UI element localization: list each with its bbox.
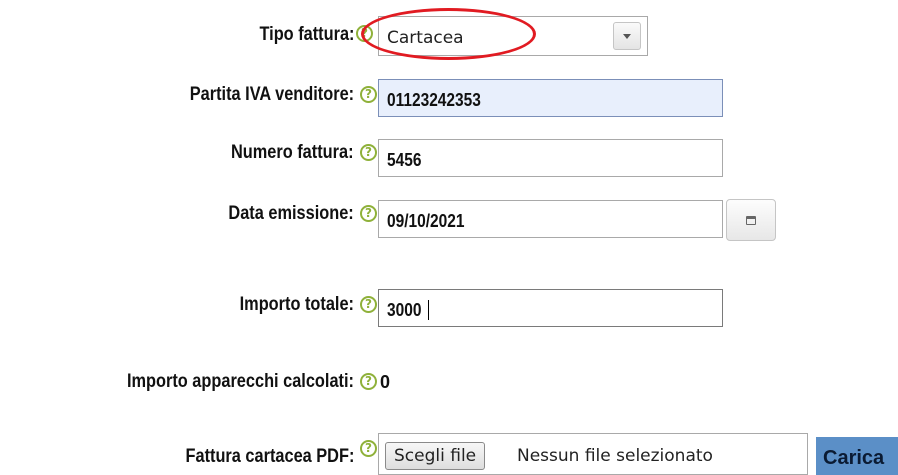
help-icon[interactable]: ? [360, 373, 377, 390]
help-icon[interactable]: ? [360, 205, 377, 222]
partita-iva-input[interactable]: 01123242353 [378, 79, 723, 117]
numero-fattura-label: Numero fattura: [231, 142, 354, 163]
file-status: Nessun file selezionato [517, 446, 713, 466]
file-input[interactable]: Scegli file Nessun file selezionato [378, 433, 808, 475]
importo-totale-value: 3000 [387, 300, 422, 320]
numero-fattura-input[interactable]: 5456 [378, 139, 723, 177]
help-icon[interactable]: ? [360, 296, 377, 313]
numero-fattura-value: 5456 [387, 150, 422, 170]
data-emissione-value: 09/10/2021 [387, 211, 465, 231]
text-cursor [428, 300, 430, 320]
partita-iva-label: Partita IVA venditore: [189, 84, 354, 105]
fattura-pdf-label: Fattura cartacea PDF: [185, 446, 354, 467]
data-emissione-input[interactable]: 09/10/2021 [378, 200, 723, 238]
importo-totale-input[interactable]: 3000 [378, 289, 723, 327]
importo-apparecchi-label: Importo apparecchi calcolati: [126, 371, 354, 392]
help-icon[interactable]: ? [360, 440, 377, 457]
importo-totale-label: Importo totale: [239, 294, 354, 315]
upload-button[interactable]: Carica [816, 437, 898, 475]
calendar-button[interactable] [726, 199, 776, 241]
importo-apparecchi-value: 0 [380, 372, 391, 392]
chevron-down-icon[interactable] [613, 22, 641, 50]
tipo-fattura-label: Tipo fattura: [258, 24, 354, 45]
highlight-ellipse [361, 8, 536, 60]
help-icon[interactable]: ? [360, 144, 377, 161]
help-icon[interactable]: ? [360, 86, 377, 103]
partita-iva-value: 01123242353 [387, 90, 481, 110]
choose-file-button[interactable]: Scegli file [385, 442, 486, 470]
calendar-icon [746, 216, 756, 225]
data-emissione-label: Data emissione: [228, 203, 354, 224]
